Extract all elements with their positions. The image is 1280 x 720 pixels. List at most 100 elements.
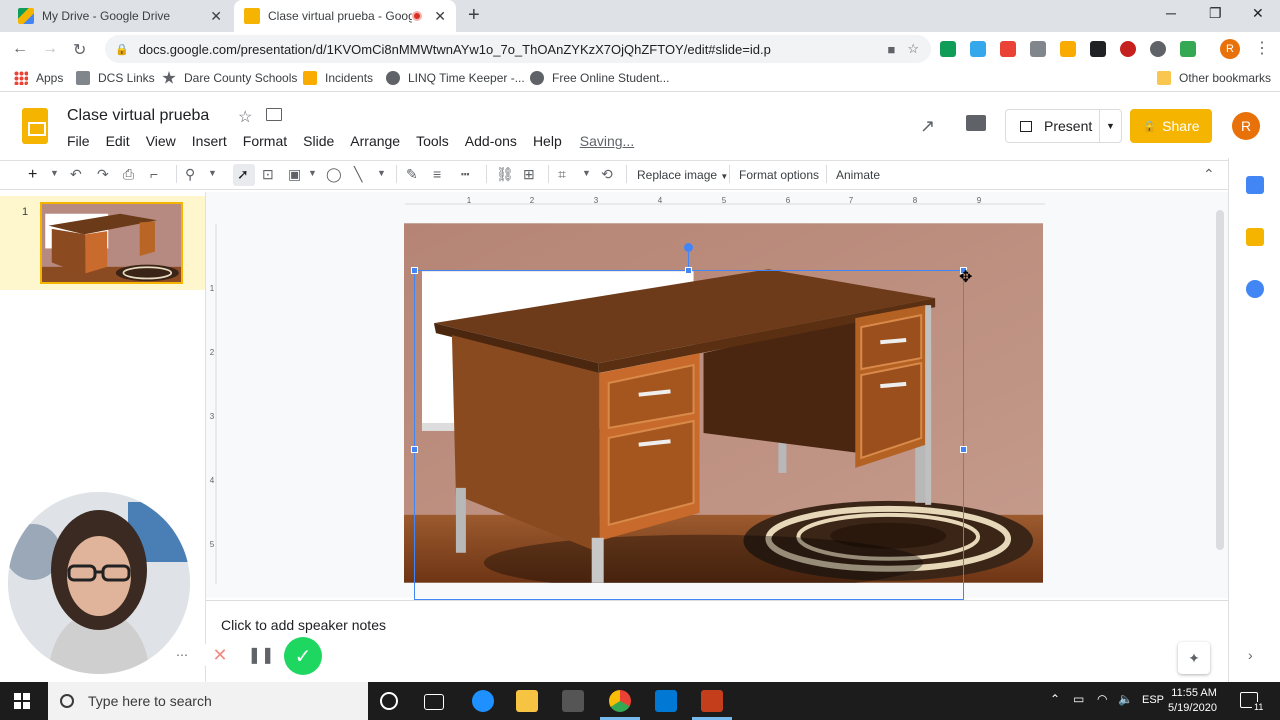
menu-view[interactable]: View [146,133,176,149]
image-icon[interactable]: ▣ [288,166,301,183]
keep-icon[interactable] [1246,228,1264,246]
resize-handle-right[interactable] [960,446,967,453]
browser-menu-icon[interactable]: ⋮ [1254,38,1270,58]
pause-recording-button[interactable]: ❚❚ [243,637,279,673]
animate-button[interactable]: Animate [836,168,880,182]
user-avatar[interactable]: R [1232,112,1260,140]
menu-format[interactable]: Format [243,133,287,149]
document-title[interactable]: Clase virtual prueba [67,107,209,125]
extension-calculator-icon[interactable] [1090,41,1106,57]
powerpoint-icon[interactable] [701,690,723,712]
undo-icon[interactable]: ↶ [70,166,82,183]
extension-thumb-icon[interactable] [1060,41,1076,57]
save-status[interactable]: Saving... [580,133,634,149]
close-tab-icon[interactable]: ✕ [210,8,222,25]
slide-thumbnail[interactable] [40,202,183,284]
edge-icon[interactable] [472,690,494,712]
menu-edit[interactable]: Edit [106,133,130,149]
windows-start-icon[interactable] [14,693,30,709]
more-options-button[interactable]: ⋯ [170,643,194,667]
finish-recording-button[interactable]: ✓ [284,637,322,675]
border-color-icon[interactable]: ✎ [406,166,418,183]
rotate-handle[interactable] [684,243,693,252]
bookmark-star-icon[interactable]: ☆ [907,41,919,57]
mask-dropdown-icon[interactable]: ▼ [582,168,591,178]
back-icon[interactable]: ← [12,40,28,58]
task-view-icon[interactable] [424,694,444,710]
move-folder-icon[interactable] [266,108,282,121]
star-icon[interactable]: ☆ [238,107,252,127]
new-slide-icon[interactable]: + [28,166,37,184]
bookmark-dare-county[interactable]: Dare County Schools [162,71,297,85]
activity-trend-icon[interactable]: ↗ [920,116,935,137]
crop-icon[interactable]: ⌗ [558,166,566,183]
link-icon[interactable]: ⛓ [496,166,514,183]
canvas-scrollbar[interactable] [1216,210,1224,550]
current-slide[interactable] [404,223,1043,583]
volume-icon[interactable]: 🔈 [1118,692,1133,706]
bookmark-incidents[interactable]: Incidents [303,71,373,85]
store-icon[interactable] [562,690,584,712]
border-dash-icon[interactable]: ┅ [461,166,469,183]
bookmark-dcs-links[interactable]: DCS Links [76,71,155,85]
expand-side-panel-icon[interactable]: › [1248,647,1253,663]
speaker-notes-placeholder[interactable]: Click to add speaker notes [221,617,386,633]
speaker-notes-panel[interactable] [206,600,1228,682]
bookmark-apps[interactable]: Apps [14,71,63,85]
paint-format-icon[interactable]: ⌐ [150,166,158,182]
taskbar-clock[interactable]: 11:55 AM 5/19/2020 [1168,686,1217,716]
shape-icon[interactable]: ◯ [326,166,342,183]
image-dropdown-icon[interactable]: ▼ [308,168,317,178]
reset-image-icon[interactable]: ⟲ [601,166,613,183]
collapse-toolbar-icon[interactable]: ⌃ [1203,166,1215,183]
minimize-icon[interactable]: ─ [1166,5,1176,21]
cortana-icon[interactable] [380,692,398,710]
new-slide-dropdown-icon[interactable]: ▼ [50,168,59,178]
print-icon[interactable]: ⎙ [123,166,134,183]
forward-icon[interactable]: → [42,40,58,58]
show-hidden-icons-icon[interactable]: ⌃ [1050,692,1060,706]
format-options-button[interactable]: Format options [739,168,819,182]
redo-icon[interactable]: ↷ [97,166,109,183]
menu-insert[interactable]: Insert [192,133,227,149]
line-icon[interactable]: ╲ [354,166,362,183]
taskbar-search-box[interactable]: Type here to search [48,682,368,720]
close-tab-icon[interactable]: ✕ [434,8,446,25]
file-explorer-icon[interactable] [516,690,538,712]
profile-avatar[interactable]: R [1220,39,1240,59]
resize-handle-left[interactable] [411,446,418,453]
address-bar[interactable]: 🔒 docs.google.com/presentation/d/1KVOmCi… [105,35,931,63]
menu-arrange[interactable]: Arrange [350,133,400,149]
wifi-icon[interactable]: ◠ [1097,692,1107,706]
cancel-recording-button[interactable]: ✕ [202,637,238,673]
extension-check-icon[interactable] [1180,41,1196,57]
comment-icon[interactable] [966,115,986,131]
tab-clase-virtual[interactable]: Clase virtual prueba - Google ✕ [234,0,456,32]
mail-icon[interactable] [655,690,677,712]
explore-button[interactable]: ✦ [1178,642,1210,674]
extension-location-icon[interactable] [1150,41,1166,57]
text-box-icon[interactable]: ⊡ [262,166,274,183]
menu-file[interactable]: File [67,133,90,149]
add-comment-icon[interactable]: ⊞ [523,166,535,183]
bookmark-free-online[interactable]: Free Online Student... [530,71,669,85]
tab-my-drive[interactable]: My Drive - Google Drive ✕ [8,0,232,32]
bookmark-linq[interactable]: LINQ Time Keeper -... [386,71,525,85]
extension-cast-icon[interactable] [940,41,956,57]
desk-image[interactable] [404,223,1043,583]
extension-grid-icon[interactable] [1030,41,1046,57]
close-window-icon[interactable]: ✕ [1252,5,1264,22]
extension-shapes-icon[interactable] [1000,41,1016,57]
resize-handle-top-left[interactable] [411,267,418,274]
new-tab-icon[interactable]: + [468,4,480,27]
reload-icon[interactable]: ↻ [73,40,86,60]
vertical-ruler[interactable]: 1 2 3 4 5 [207,224,217,584]
restore-icon[interactable]: ❐ [1209,5,1222,22]
extension-drive-icon[interactable] [970,41,986,57]
select-cursor-icon[interactable]: ➚ [237,166,249,183]
menu-tools[interactable]: Tools [416,133,449,149]
present-button[interactable]: Present ▼ [1005,109,1122,143]
replace-image-button[interactable]: Replace image ▼ [637,168,728,182]
extension-chrome-icon[interactable] [1120,41,1136,57]
battery-icon[interactable]: ▭ [1073,692,1084,706]
